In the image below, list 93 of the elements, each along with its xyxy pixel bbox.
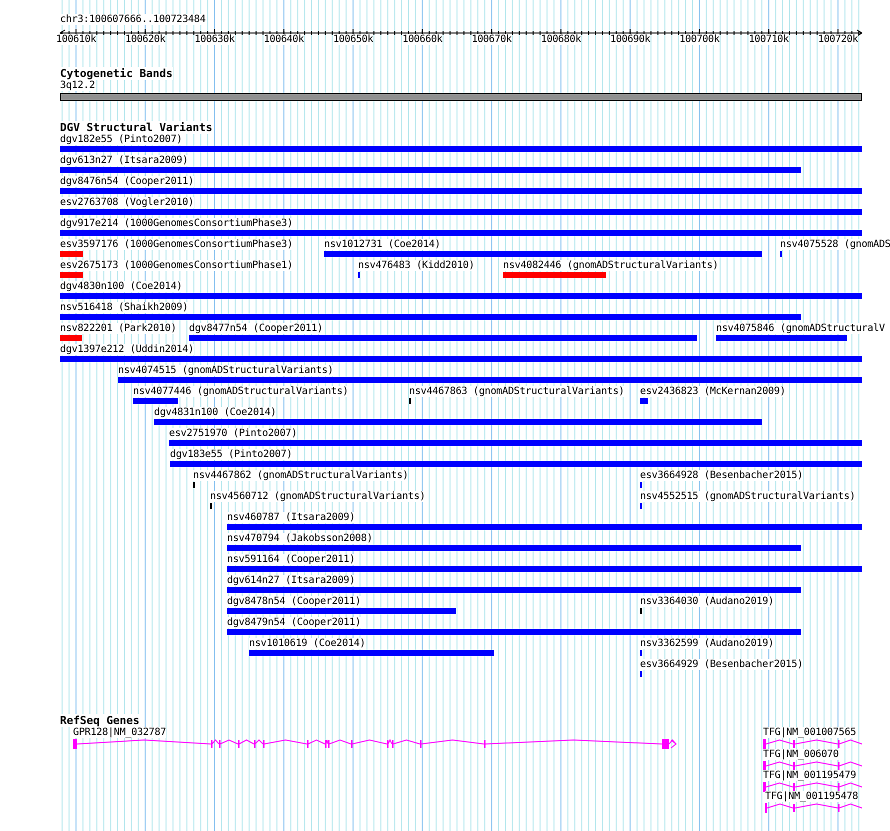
gene-label[interactable]: GPR128|NM_032787: [73, 727, 166, 738]
gene-model-drawing[interactable]: [763, 782, 862, 792]
ruler-tick-label: 100700k: [679, 34, 720, 45]
ruler-tick-label: 100710k: [748, 34, 789, 45]
variant-label[interactable]: nsv4074515 (gnomADStructuralVariants): [118, 365, 334, 376]
variant-label[interactable]: nsv476483 (Kidd2010): [358, 260, 474, 271]
variant-label[interactable]: nsv1010619 (Coe2014): [249, 638, 366, 649]
variant-label[interactable]: nsv1012731 (Coe2014): [324, 239, 440, 250]
location-label: chr3:100607666..100723484: [60, 14, 206, 25]
variant-bar[interactable]: [60, 167, 801, 173]
variant-label[interactable]: dgv614n27 (Itsara2009): [227, 575, 356, 586]
variant-label[interactable]: nsv4467862 (gnomADStructuralVariants): [193, 470, 408, 481]
variant-label[interactable]: esv2751970 (Pinto2007): [169, 428, 298, 439]
variant-label[interactable]: nsv516418 (Shaikh2009): [60, 302, 188, 313]
track-title: Cytogenetic Bands: [60, 67, 173, 80]
variant-label[interactable]: dgv1397e212 (Uddin2014): [60, 344, 194, 355]
gene-model-drawing[interactable]: [763, 761, 862, 771]
variant-bar[interactable]: [60, 272, 83, 278]
ruler-tick-label: 100660k: [402, 34, 442, 45]
variant-label[interactable]: nsv591164 (Cooper2011): [227, 554, 356, 565]
variant-label[interactable]: dgv8477n54 (Cooper2011): [189, 323, 323, 334]
variant-label[interactable]: esv2763708 (Vogler2010): [60, 197, 194, 208]
variant-bar[interactable]: [249, 650, 494, 656]
track-title: DGV Structural Variants: [60, 121, 212, 134]
variant-label[interactable]: nsv4467863 (gnomADStructuralVariants): [409, 386, 624, 397]
track-title: RefSeq Genes: [60, 714, 140, 727]
variant-bar[interactable]: [60, 335, 82, 341]
variant-label[interactable]: nsv3364030 (Audano2019): [640, 596, 774, 607]
ruler-tick-label: 100610k: [56, 34, 96, 45]
ruler-tick-label: 100690k: [610, 34, 650, 45]
variant-bar[interactable]: [60, 293, 862, 299]
variant-label[interactable]: nsv4082446 (gnomADStructuralVariants): [503, 260, 718, 271]
variant-bar[interactable]: [227, 524, 862, 530]
gene-label[interactable]: TFG|NM_001007565: [763, 727, 856, 738]
variant-bar[interactable]: [60, 209, 862, 215]
ruler-tick-label: 100670k: [472, 34, 512, 45]
variant-bar[interactable]: [227, 545, 801, 551]
variant-label[interactable]: dgv8478n54 (Cooper2011): [227, 596, 361, 607]
variant-label[interactable]: nsv4560712 (gnomADStructuralVariants): [210, 491, 426, 502]
variant-bar[interactable]: [640, 398, 648, 404]
gene-label[interactable]: TFG|NM_001195479: [763, 770, 856, 781]
variant-bar[interactable]: [170, 461, 862, 467]
variant-bar[interactable]: [118, 377, 862, 383]
variant-label[interactable]: esv2675173 (1000GenomesConsortiumPhase1): [60, 260, 293, 271]
variant-bar[interactable]: [324, 251, 762, 257]
variant-label[interactable]: esv3597176 (1000GenomesConsortiumPhase3): [60, 239, 293, 250]
variant-bar[interactable]: [227, 629, 801, 635]
variant-label[interactable]: dgv183e55 (Pinto2007): [170, 449, 292, 460]
variant-label[interactable]: nsv3362599 (Audano2019): [640, 638, 774, 649]
variant-bar[interactable]: [227, 587, 801, 593]
gene-label[interactable]: TFG|NM_001195478: [765, 791, 858, 802]
variant-label[interactable]: dgv182e55 (Pinto2007): [60, 134, 182, 145]
variant-label[interactable]: dgv8476n54 (Cooper2011): [60, 176, 194, 187]
variant-label[interactable]: nsv470794 (Jakobsson2008): [227, 533, 373, 544]
variant-bar[interactable]: [154, 419, 762, 425]
variant-bar[interactable]: [503, 272, 606, 278]
variant-label[interactable]: nsv460787 (Itsara2009): [227, 512, 356, 523]
ruler-tick-label: 100720k: [818, 34, 858, 45]
variant-label[interactable]: esv3664929 (Besenbacher2015): [640, 659, 803, 670]
variant-bar[interactable]: [60, 314, 801, 320]
variant-bar[interactable]: [227, 566, 862, 572]
ruler-tick-label: 100640k: [264, 34, 304, 45]
variant-label[interactable]: nsv4552515 (gnomADStructuralVariants): [640, 491, 856, 502]
variant-bar[interactable]: [227, 608, 456, 614]
gene-model-drawing[interactable]: [763, 739, 862, 749]
variant-bar[interactable]: [716, 335, 847, 341]
variant-bar[interactable]: [60, 230, 862, 236]
variant-label[interactable]: nsv822201 (Park2010): [60, 323, 176, 334]
gene-model-drawing[interactable]: [73, 738, 677, 749]
variant-bar[interactable]: [60, 188, 862, 194]
band-label: 3q12.2: [60, 80, 95, 91]
variant-label[interactable]: dgv4831n100 (Coe2014): [154, 407, 276, 418]
variant-label[interactable]: nsv4077446 (gnomADStructuralVariants): [133, 386, 348, 397]
ruler-tick-label: 100630k: [194, 34, 235, 45]
variant-label[interactable]: esv2436823 (McKernan2009): [640, 386, 786, 397]
variant-bar[interactable]: [60, 251, 83, 257]
variant-label[interactable]: nsv4075528 (gnomADS: [780, 239, 890, 250]
variant-label[interactable]: dgv613n27 (Itsara2009): [60, 155, 188, 166]
variant-bar[interactable]: [60, 146, 862, 152]
ruler-tick-label: 100680k: [540, 34, 581, 45]
variant-bar[interactable]: [60, 356, 862, 362]
variant-bar[interactable]: [133, 398, 178, 404]
gene-model-drawing[interactable]: [765, 803, 862, 813]
variant-label[interactable]: dgv8479n54 (Cooper2011): [227, 617, 361, 628]
ruler-tick-label: 100650k: [333, 34, 374, 45]
gene-label[interactable]: TFG|NM_006070: [763, 749, 839, 760]
variant-label[interactable]: esv3664928 (Besenbacher2015): [640, 470, 803, 481]
variant-label[interactable]: dgv917e214 (1000GenomesConsortiumPhase3): [60, 218, 293, 229]
variant-bar[interactable]: [189, 335, 697, 341]
variant-bar[interactable]: [169, 440, 862, 446]
ruler-tick-label: 100620k: [125, 34, 166, 45]
variant-label[interactable]: nsv4075846 (gnomADStructuralV: [716, 323, 885, 334]
variant-label[interactable]: dgv4830n100 (Coe2014): [60, 281, 182, 292]
